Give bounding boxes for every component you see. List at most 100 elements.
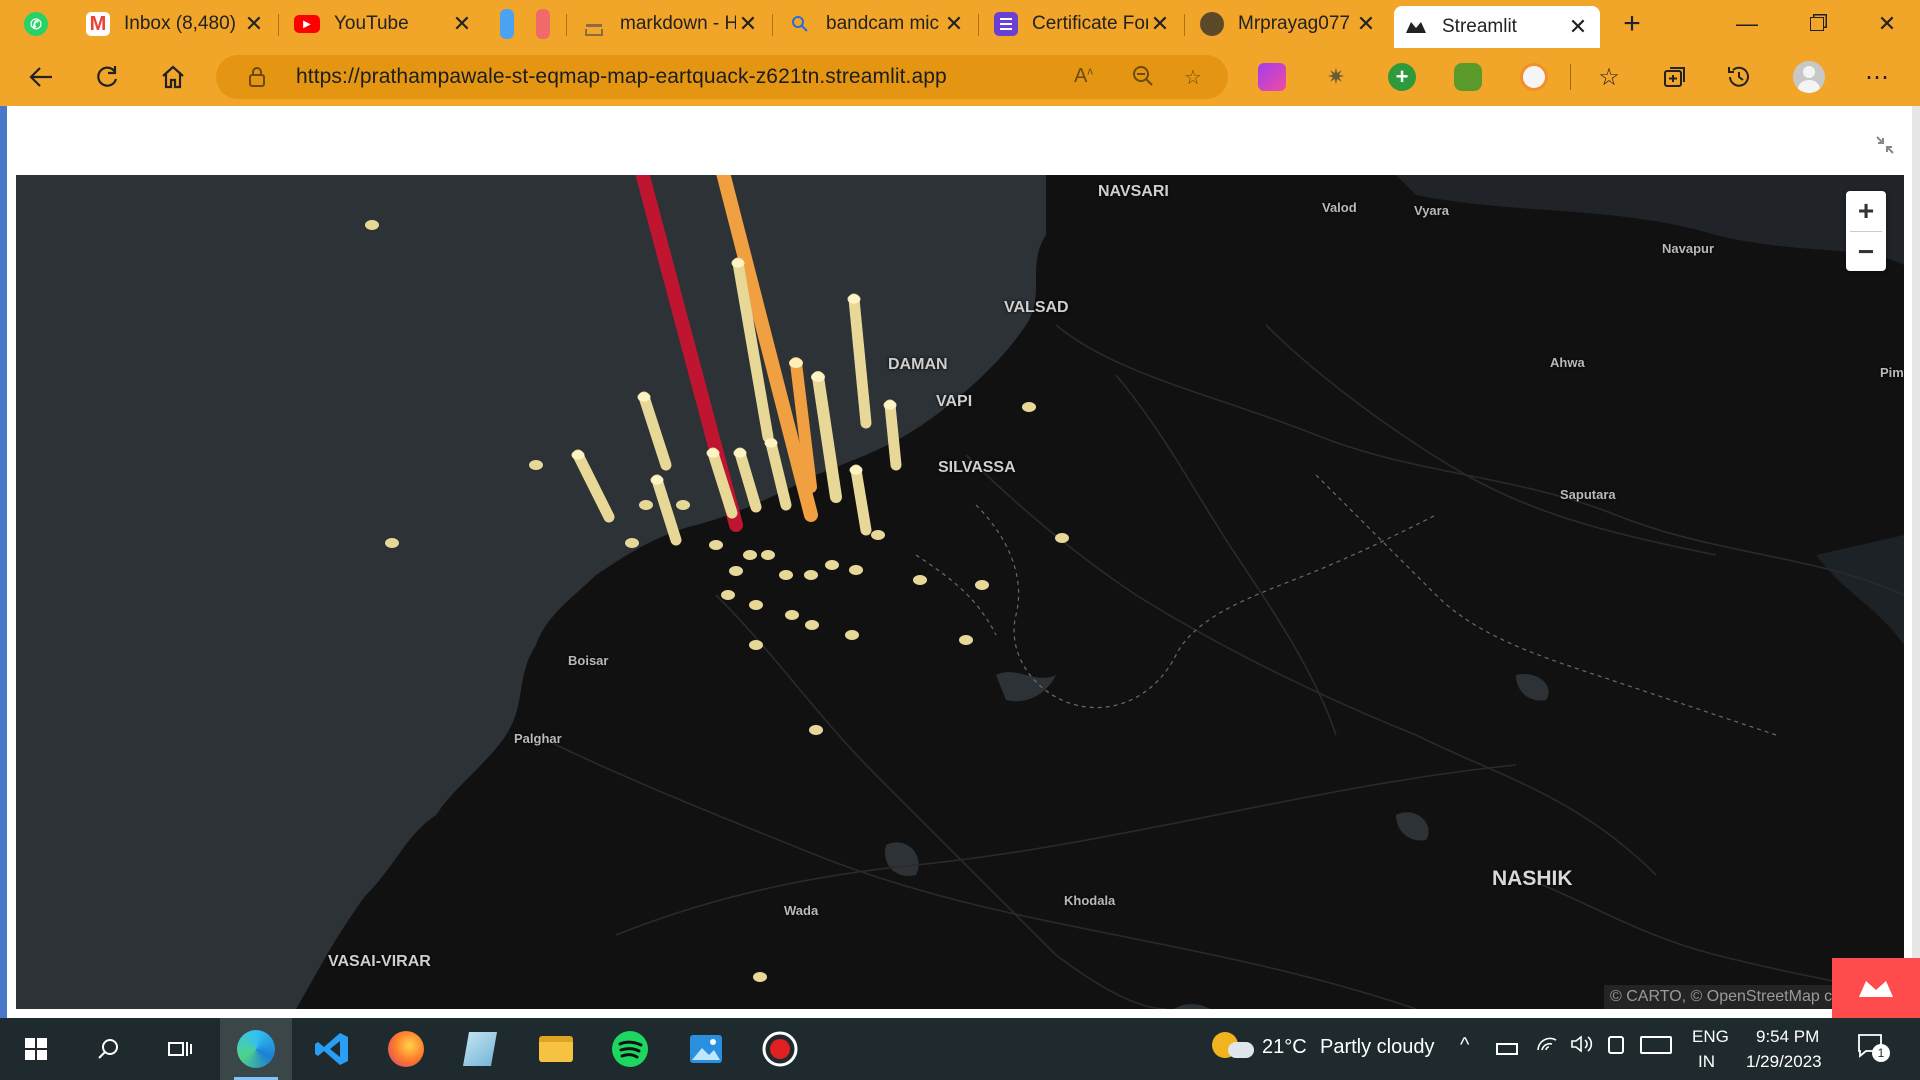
close-icon[interactable]: ✕ [1566, 14, 1590, 40]
earthquake-marker [749, 600, 763, 610]
timer-extension-icon[interactable] [1520, 63, 1548, 91]
task-view-button[interactable] [144, 1018, 216, 1080]
taskbar-spotify[interactable] [594, 1018, 666, 1080]
close-icon[interactable]: ✕ [1148, 11, 1172, 37]
pinned-tab-blue-icon [500, 9, 514, 39]
clock-date[interactable]: 1/29/2023 [1746, 1052, 1822, 1072]
start-button[interactable] [0, 1018, 72, 1080]
battery-icon[interactable] [1496, 1038, 1518, 1061]
frog-extension-icon[interactable] [1454, 63, 1482, 91]
collections-button[interactable] [1654, 57, 1696, 97]
close-icon[interactable]: ✕ [1354, 11, 1378, 37]
url-text[interactable]: https://prathampawale-st-eqmap-map-eartq… [296, 65, 947, 89]
close-window-button[interactable]: ✕ [1852, 0, 1920, 48]
tab-youtube[interactable]: ▶ YouTube ✕ [284, 4, 484, 44]
tab-whatsapp[interactable]: ✆ [14, 4, 70, 44]
close-icon[interactable]: ✕ [736, 11, 760, 37]
favorites-button[interactable]: ☆ [1588, 57, 1630, 97]
github-icon [1200, 12, 1224, 36]
earthquake-marker [365, 220, 379, 230]
taskbar-edge[interactable] [220, 1018, 292, 1080]
close-icon[interactable]: ✕ [450, 11, 474, 37]
settings-menu-button[interactable]: ⋯ [1856, 57, 1898, 97]
earthquake-column-cap [731, 258, 745, 268]
region-code[interactable]: IN [1698, 1052, 1715, 1072]
volume-icon[interactable] [1570, 1034, 1594, 1060]
earthquake-marker [625, 538, 639, 548]
tab-certificate[interactable]: Certificate For ✕ [984, 4, 1182, 44]
pinned-tab-red-icon [536, 9, 550, 39]
search-button[interactable] [72, 1018, 144, 1080]
new-tab-button[interactable]: + [1610, 4, 1654, 44]
windows-icon [25, 1038, 47, 1060]
meet-now-icon[interactable] [1608, 1036, 1624, 1060]
extension-icon[interactable] [1258, 63, 1286, 91]
wifi-icon[interactable] [1536, 1034, 1558, 1060]
earthquake-marker [529, 460, 543, 470]
taskbar-file-explorer[interactable] [520, 1018, 592, 1080]
tab-markdown[interactable]: markdown - H ✕ [572, 4, 770, 44]
notification-button[interactable]: 1 [1856, 1032, 1890, 1064]
close-icon[interactable]: ✕ [242, 11, 266, 37]
tab-streamlit[interactable]: Streamlit ✕ [1394, 6, 1600, 48]
add-extension-icon[interactable]: + [1388, 63, 1416, 91]
weather-icon[interactable] [1212, 1032, 1254, 1058]
firefox-icon [388, 1031, 424, 1067]
lock-icon[interactable] [246, 65, 268, 89]
streamlit-icon [1859, 981, 1893, 997]
read-aloud-icon[interactable]: Aʌ [1074, 65, 1093, 88]
chevron-up-icon[interactable]: ^ [1460, 1034, 1469, 1057]
clock-time[interactable]: 9:54 PM [1756, 1027, 1819, 1047]
tab-pinned-red[interactable] [526, 4, 560, 44]
place-label: Boisar [568, 653, 609, 668]
taskbar-notepad[interactable] [444, 1018, 516, 1080]
profile-button[interactable] [1788, 57, 1830, 97]
earthquake-marker [639, 500, 653, 510]
search-icon [98, 1039, 118, 1059]
tab-pinned-blue[interactable] [490, 4, 524, 44]
home-button[interactable] [152, 57, 194, 97]
tab-separator [772, 14, 773, 36]
favorites-icon: ☆ [1598, 63, 1620, 91]
earthquake-marker [805, 620, 819, 630]
zoom-out-button[interactable]: − [1846, 232, 1886, 272]
exit-fullscreen-button[interactable] [1870, 130, 1900, 160]
toolbar-divider [1570, 64, 1571, 90]
language-code[interactable]: ENG [1692, 1027, 1729, 1047]
tab-label: markdown - H [620, 13, 736, 34]
taskbar-vscode[interactable] [296, 1018, 368, 1080]
weather-description[interactable]: Partly cloudy [1320, 1036, 1435, 1059]
weather-temperature[interactable]: 21°C [1262, 1036, 1307, 1059]
tab-bandcam[interactable]: bandcam mic ✕ [778, 4, 976, 44]
add-favorite-icon[interactable]: ☆ [1184, 65, 1202, 90]
scrollbar[interactable] [1912, 106, 1920, 1018]
history-icon [1728, 66, 1749, 87]
tab-separator [1184, 14, 1185, 36]
earthquake-column-cap [847, 294, 861, 304]
place-label: Ahwa [1550, 355, 1585, 370]
earthquake-marker [743, 550, 757, 560]
address-bar[interactable]: https://prathampawale-st-eqmap-map-eartq… [216, 55, 1228, 99]
taskbar-photos[interactable] [670, 1018, 742, 1080]
zoom-out-icon[interactable] [1132, 65, 1154, 93]
refresh-button[interactable] [86, 57, 128, 97]
zoom-in-button[interactable]: + [1846, 191, 1886, 231]
taskbar-recorder[interactable] [744, 1018, 816, 1080]
history-button[interactable] [1718, 57, 1760, 97]
earthquake-map[interactable]: NAVSARI Valod Vyara Navapur VALSAD DAMAN… [16, 175, 1904, 1009]
close-icon[interactable]: ✕ [942, 11, 966, 37]
taskbar-firefox[interactable] [370, 1018, 442, 1080]
restore-button[interactable] [1782, 0, 1852, 48]
tab-gmail[interactable]: M Inbox (8,480) ✕ [76, 4, 276, 44]
edge-icon [237, 1030, 275, 1068]
back-button[interactable] [20, 57, 62, 97]
close-icon: ✕ [1877, 11, 1897, 36]
minimize-button[interactable]: — [1712, 0, 1782, 48]
browser-tab-bar: ✆ M Inbox (8,480) ✕ ▶ YouTube ✕ markdown… [0, 0, 1920, 48]
streamlit-badge[interactable] [1832, 958, 1920, 1020]
map-attribution[interactable]: © CARTO, © OpenStreetMap co [1604, 985, 1844, 1009]
tab-github[interactable]: Mrprayag077 ✕ [1190, 4, 1388, 44]
tools-icon[interactable]: ✷ [1322, 63, 1350, 91]
keyboard-icon[interactable] [1640, 1036, 1672, 1060]
earthquake-column [638, 391, 672, 471]
